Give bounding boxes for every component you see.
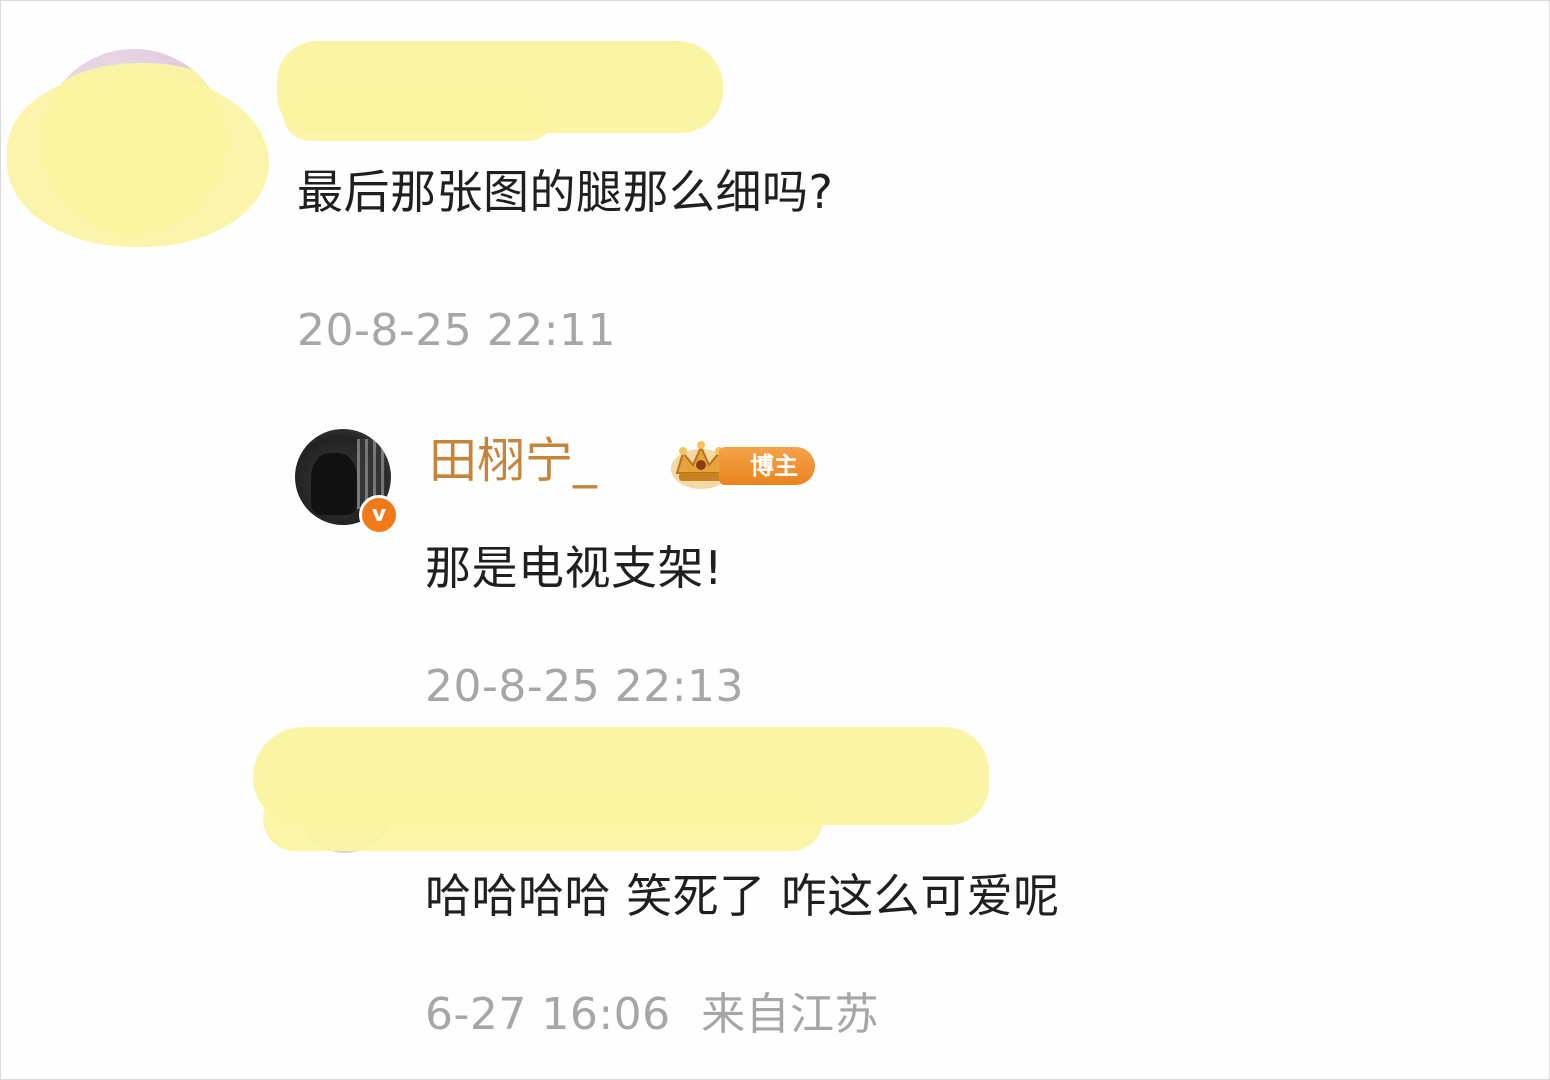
comment-timestamp: 20-8-25 22:11 — [297, 305, 617, 356]
blogger-badge: 博主 — [667, 435, 817, 493]
redaction-mask — [283, 87, 555, 141]
blogger-username[interactable]: 田栩宁_ — [429, 437, 597, 485]
comment-location: 来自江苏 — [701, 989, 880, 1040]
reply-text: 那是电视支架! — [425, 541, 723, 595]
comment-timestamp: 6-27 16:06 — [425, 989, 671, 1040]
comment-meta: 6-27 16:06 来自江苏 — [425, 993, 879, 1037]
comment-text: 哈哈哈哈 笑死了 咋这么可爱呢 — [425, 869, 1060, 923]
redaction-mask — [263, 787, 823, 851]
comment-thread: 最后那张图的腿那么细吗? 20-8-25 22:11 v 田栩宁_ 博主 那是电… — [0, 0, 1550, 1080]
reply-timestamp: 20-8-25 22:13 — [425, 661, 745, 712]
redaction-mask — [7, 73, 269, 247]
verified-icon: v — [359, 495, 399, 535]
blogger-tag: 博主 — [719, 447, 815, 485]
comment-text: 最后那张图的腿那么细吗? — [297, 165, 834, 219]
